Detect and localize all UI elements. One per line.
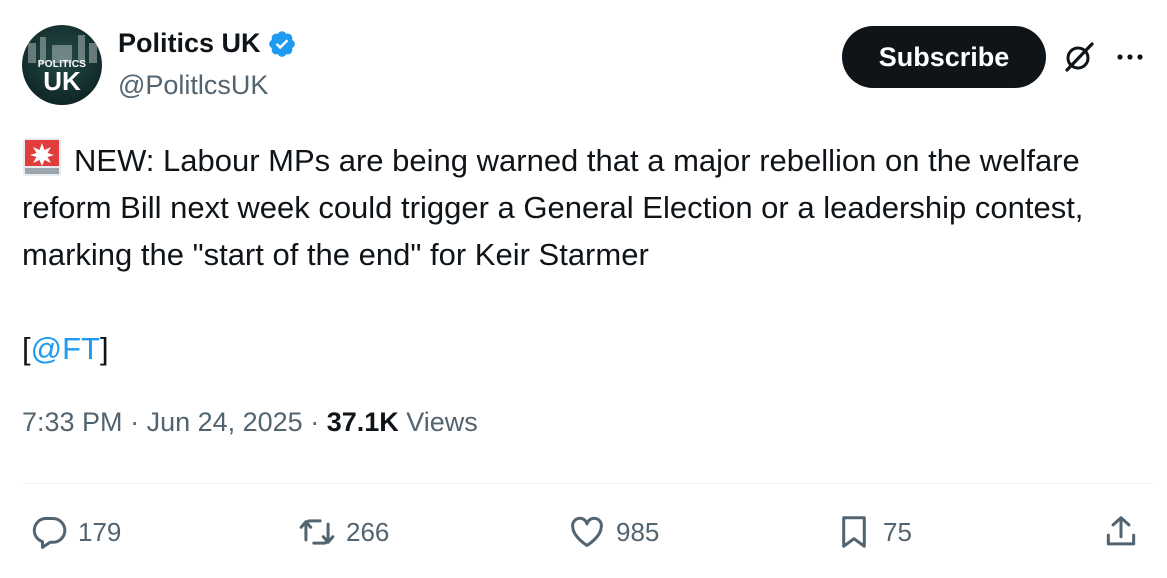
bracket-close: ] [99, 331, 109, 366]
avatar[interactable]: POLITICS UK [22, 25, 102, 105]
tweet-date[interactable]: Jun 24, 2025 [147, 407, 303, 437]
share-button[interactable] [1102, 512, 1140, 552]
author-handle[interactable]: @PolitlcsUK [118, 70, 268, 101]
mention-link[interactable]: @FT [31, 331, 100, 366]
bookmark-count: 75 [883, 516, 912, 547]
reply-button[interactable]: 179 [30, 512, 121, 552]
like-button[interactable]: 985 [568, 512, 659, 552]
author-display-name[interactable]: Politics UK [118, 28, 261, 59]
tweet-meta: 7:33 PM · Jun 24, 2025 · 37.1K Views [22, 407, 478, 438]
tweet-time[interactable]: 7:33 PM [22, 407, 123, 437]
subscribe-button[interactable]: Subscribe [842, 26, 1046, 88]
repost-button[interactable]: 266 [298, 512, 389, 552]
tweet-text: NEW: Labour MPs are being warned that a … [22, 137, 1142, 278]
repost-count: 266 [346, 516, 390, 547]
rotating-light-emoji-icon [23, 138, 61, 176]
avatar-logo-big: UK [43, 66, 81, 96]
repost-icon [299, 519, 335, 545]
bookmark-icon [842, 516, 866, 548]
reply-count: 179 [78, 516, 122, 547]
tweet-body-text: NEW: Labour MPs are being warned that a … [22, 143, 1093, 272]
tweet-source-line: [@FT] [22, 325, 109, 372]
views-count: 37.1K [326, 407, 399, 437]
meta-separator: · [302, 407, 327, 437]
grok-icon[interactable] [1062, 40, 1096, 74]
meta-separator: · [122, 407, 147, 437]
heart-icon [571, 516, 603, 547]
author-name-row: Politics UK [118, 28, 297, 59]
share-icon [1106, 516, 1136, 546]
like-count: 985 [616, 516, 660, 547]
reply-icon [32, 517, 67, 549]
verified-badge-icon[interactable] [267, 29, 297, 59]
views-label: Views [398, 407, 478, 437]
bracket-open: [ [22, 331, 31, 366]
bookmark-button[interactable]: 75 [835, 512, 912, 552]
more-options-icon[interactable] [1116, 52, 1144, 62]
divider [22, 483, 1154, 484]
